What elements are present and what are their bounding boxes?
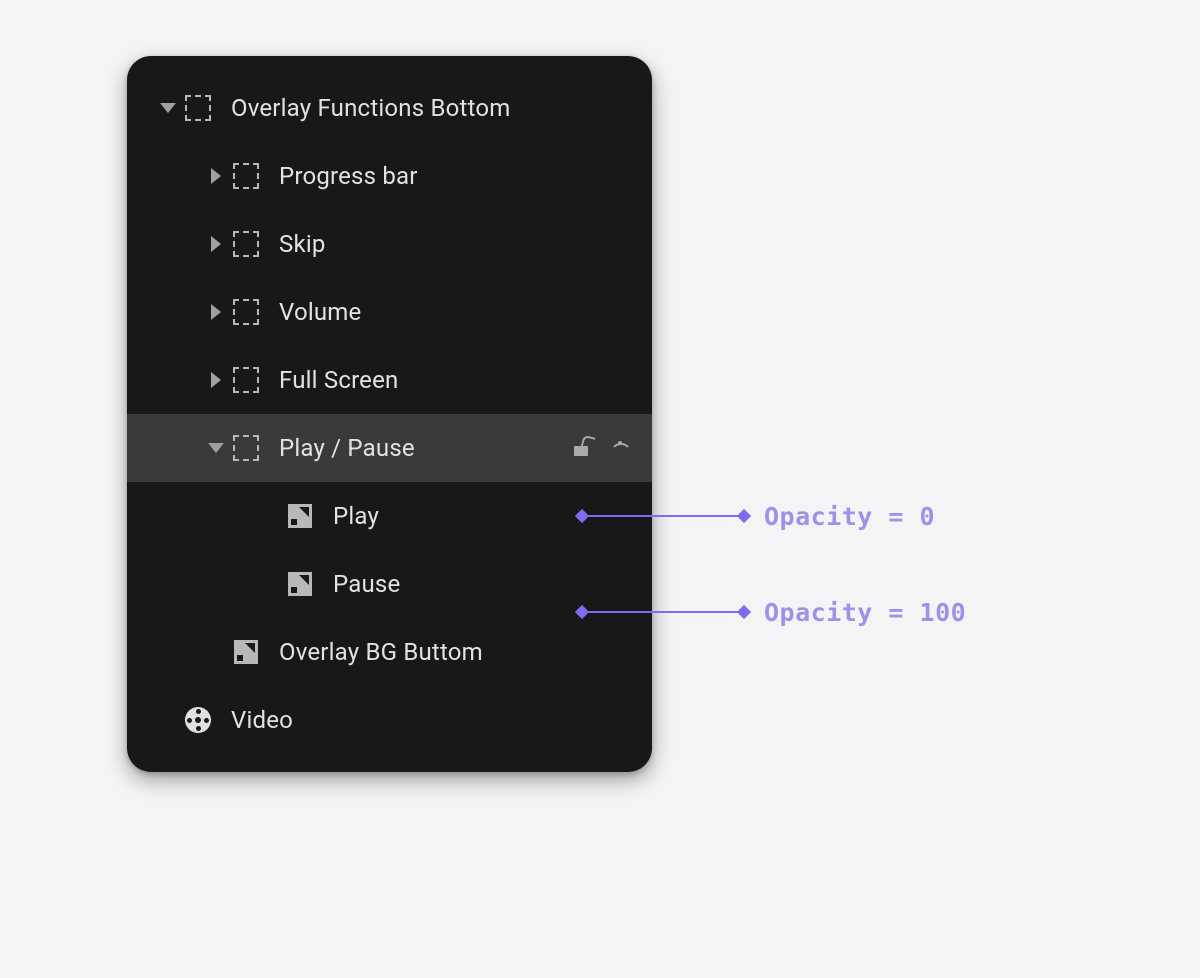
layer-label: Full Screen (263, 366, 652, 394)
annotation-connector (585, 611, 741, 613)
video-reel-icon (181, 707, 215, 733)
annotation-diamond-icon (737, 605, 751, 619)
layer-row-video[interactable]: Video (127, 686, 652, 754)
visibility-icon[interactable] (610, 441, 632, 455)
annotation-label-play: Opacity = 0 (764, 502, 935, 531)
layer-row-pause[interactable]: Pause (127, 550, 652, 618)
group-icon (229, 231, 263, 257)
shape-icon (283, 504, 317, 528)
layer-row-overlay-bg-buttom[interactable]: Overlay BG Buttom (127, 618, 652, 686)
layer-row-overlay-functions-bottom[interactable]: Overlay Functions Bottom (127, 74, 652, 142)
layer-row-play[interactable]: Play (127, 482, 652, 550)
shape-icon (229, 640, 263, 664)
layer-label: Overlay BG Buttom (263, 638, 652, 666)
group-icon (181, 95, 215, 121)
layer-label: Skip (263, 230, 652, 258)
unlock-icon[interactable] (574, 440, 596, 456)
group-icon (229, 299, 263, 325)
disclosure-triangle-icon[interactable] (155, 103, 181, 113)
disclosure-triangle-icon[interactable] (203, 168, 229, 184)
disclosure-triangle-icon[interactable] (203, 372, 229, 388)
annotation-connector (585, 515, 741, 517)
layer-row-full-screen[interactable]: Full Screen (127, 346, 652, 414)
layer-label: Pause (317, 570, 652, 598)
layer-label: Overlay Functions Bottom (215, 94, 652, 122)
annotation-diamond-icon (737, 509, 751, 523)
layer-label: Video (215, 706, 652, 734)
group-icon (229, 367, 263, 393)
layer-label: Progress bar (263, 162, 652, 190)
layer-row-progress-bar[interactable]: Progress bar (127, 142, 652, 210)
layer-row-skip[interactable]: Skip (127, 210, 652, 278)
annotation-label-pause: Opacity = 100 (764, 598, 966, 627)
group-icon (229, 435, 263, 461)
layer-label: Volume (263, 298, 652, 326)
disclosure-triangle-icon[interactable] (203, 443, 229, 453)
layer-label: Play / Pause (263, 434, 574, 462)
disclosure-triangle-icon[interactable] (203, 304, 229, 320)
disclosure-triangle-icon[interactable] (203, 236, 229, 252)
layer-row-play-pause[interactable]: Play / Pause (127, 414, 652, 482)
shape-icon (283, 572, 317, 596)
layers-panel: Overlay Functions Bottom Progress bar Sk… (127, 56, 652, 772)
layer-row-volume[interactable]: Volume (127, 278, 652, 346)
group-icon (229, 163, 263, 189)
